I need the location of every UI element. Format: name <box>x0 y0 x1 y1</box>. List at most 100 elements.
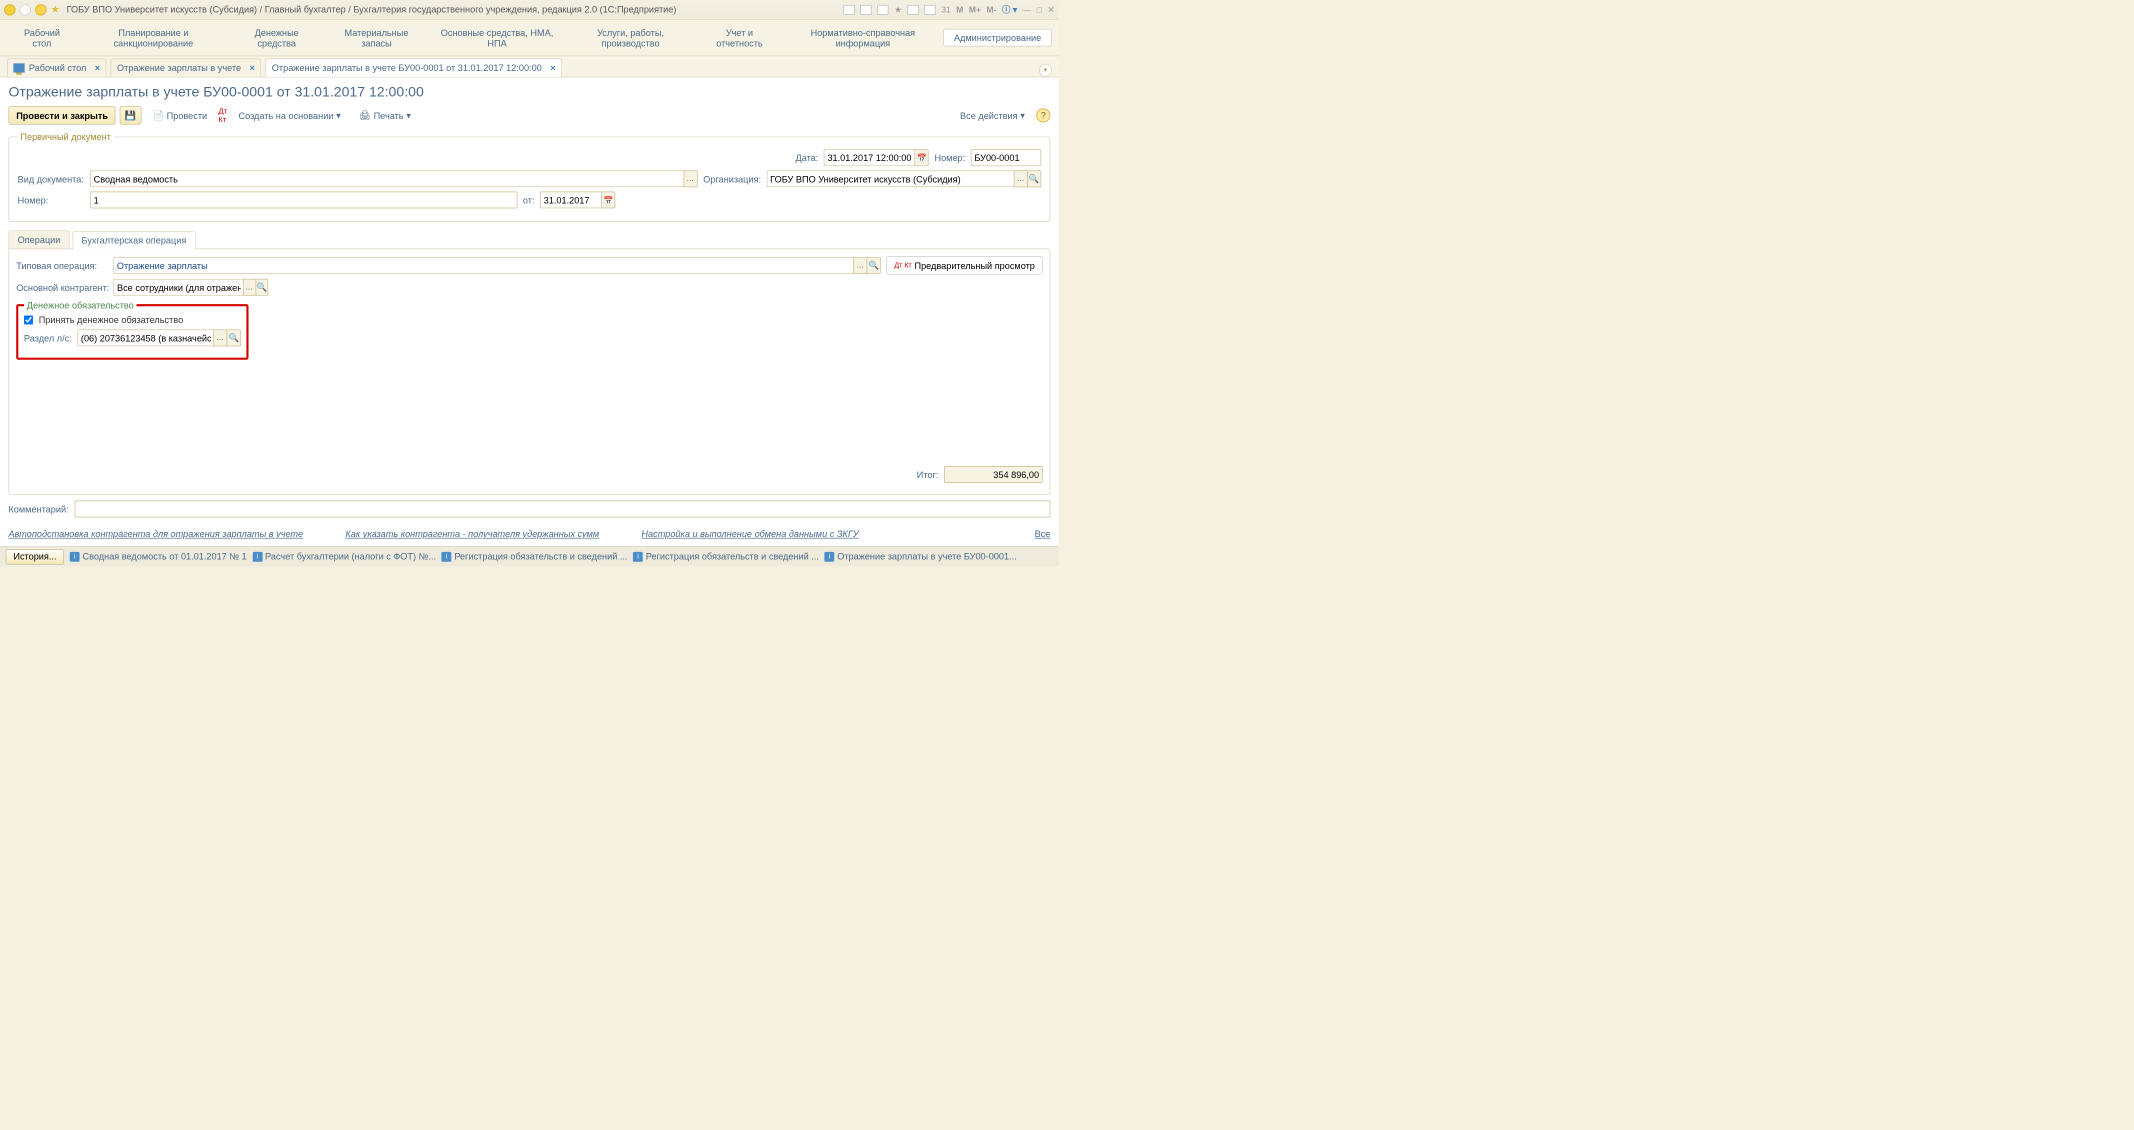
status-text: Расчет бухгалтерии (налоги с ФОТ) №... <box>265 551 436 562</box>
link-howto[interactable]: Как указать контрагента - получателя уде… <box>345 529 599 540</box>
section-reference[interactable]: Нормативно-справочная информация <box>784 24 942 52</box>
total-row: Итог: <box>16 462 1042 487</box>
app-logo-icon <box>4 4 15 15</box>
mplus-button[interactable]: M+ <box>969 5 981 15</box>
section-admin[interactable]: Администрирование <box>943 29 1051 47</box>
nav-back-icon[interactable] <box>20 4 31 15</box>
section-planning[interactable]: Планирование и санкционирование <box>78 24 228 52</box>
create-based-label: Создать на основании <box>238 110 333 121</box>
calendar-icon[interactable]: 31 <box>941 5 950 15</box>
status-text: Сводная ведомость от 01.01.2017 № 1 <box>83 551 247 562</box>
from-label: от: <box>523 195 535 206</box>
calendar-icon[interactable]: 📅 <box>601 191 615 208</box>
link-autofill[interactable]: Автоподстановка контрагента для отражени… <box>8 529 303 540</box>
toolbar-icon[interactable] <box>860 5 871 15</box>
select-icon[interactable]: … <box>684 170 698 187</box>
mminus-button[interactable]: M- <box>987 5 997 15</box>
post-close-button[interactable]: Провести и закрыть <box>8 106 115 124</box>
tab-label: Отражение зарплаты в учете БУ00-0001 от … <box>272 63 542 74</box>
calendar-icon[interactable]: 📅 <box>915 149 929 166</box>
preview-label: Предварительный просмотр <box>914 260 1034 271</box>
tab-label: Отражение зарплаты в учете <box>117 63 241 74</box>
favorite-icon[interactable]: ★ <box>51 4 60 16</box>
from-date-field[interactable] <box>540 191 602 208</box>
printer-icon: 🖨 <box>359 110 371 121</box>
toolbar-icon[interactable] <box>924 5 935 15</box>
typeop-field[interactable] <box>113 257 854 274</box>
expand-icon[interactable]: ▾ <box>1039 64 1052 77</box>
page-body: Отражение зарплаты в учете БУ00-0001 от … <box>0 77 1059 546</box>
all-actions-button[interactable]: Все действия ▾ <box>953 106 1032 124</box>
info-icon: i <box>442 552 452 562</box>
doctype-field[interactable] <box>90 170 684 187</box>
section-desktop[interactable]: Рабочий стол <box>7 24 77 52</box>
status-text: Отражение зарплаты в учете БУ00-0001... <box>837 551 1016 562</box>
accept-obligation-checkbox[interactable] <box>24 315 33 324</box>
org-field[interactable] <box>767 170 1015 187</box>
search-icon[interactable]: 🔍 <box>255 279 268 296</box>
save-button[interactable]: 💾 <box>120 106 141 124</box>
dt-kt-icon[interactable]: ДтКт <box>218 107 227 124</box>
minimize-icon[interactable]: — <box>1023 5 1031 15</box>
m-button[interactable]: M <box>956 5 963 15</box>
link-exchange[interactable]: Настройка и выполнение обмена данными с … <box>641 529 858 540</box>
status-link[interactable]: iРасчет бухгалтерии (налоги с ФОТ) №... <box>252 551 436 562</box>
section-field[interactable] <box>77 329 214 346</box>
select-icon[interactable]: … <box>243 279 256 296</box>
search-icon[interactable]: 🔍 <box>867 257 881 274</box>
history-button[interactable]: История... <box>6 549 65 564</box>
link-all[interactable]: Все <box>1035 529 1051 540</box>
tab-salary-list[interactable]: Отражение зарплаты в учете × <box>111 58 262 76</box>
tab-operations[interactable]: Операции <box>8 230 69 248</box>
info-icon[interactable]: ⓘ ▾ <box>1002 4 1017 16</box>
section-fixed-assets[interactable]: Основные средства, НМА, НПА <box>430 24 565 52</box>
search-icon[interactable]: 🔍 <box>227 329 241 346</box>
info-icon: i <box>70 552 80 562</box>
tab-salary-doc[interactable]: Отражение зарплаты в учете БУ00-0001 от … <box>265 58 561 76</box>
post-label: Провести <box>167 110 207 121</box>
status-link[interactable]: iОтражение зарплаты в учете БУ00-0001... <box>825 551 1017 562</box>
section-cash[interactable]: Денежные средства <box>230 24 323 52</box>
tab-close-icon[interactable]: × <box>550 63 555 74</box>
num2-field[interactable] <box>90 191 517 208</box>
tab-desktop[interactable]: Рабочий стол × <box>7 58 106 76</box>
tab-label: Рабочий стол <box>29 63 86 74</box>
contr-field[interactable] <box>113 279 243 296</box>
number-field[interactable] <box>971 149 1041 166</box>
tab-accounting-op[interactable]: Бухгалтерская операция <box>72 231 195 249</box>
print-button[interactable]: 🖨 Печать ▾ <box>352 106 418 124</box>
comment-label: Комментарий: <box>8 504 68 515</box>
preview-button[interactable]: Дт Кт Предварительный просмотр <box>887 256 1043 274</box>
section-accounting[interactable]: Учет и отчетность <box>697 24 783 52</box>
status-link[interactable]: iРегистрация обязательств и сведений ... <box>442 551 628 562</box>
page-title: Отражение зарплаты в учете БУ00-0001 от … <box>8 84 1050 100</box>
tab-close-icon[interactable]: × <box>95 63 100 74</box>
star-icon[interactable]: ★ <box>894 5 902 15</box>
number-label: Номер: <box>934 152 965 163</box>
num2-label: Номер: <box>18 195 85 206</box>
section-services[interactable]: Услуги, работы, производство <box>566 24 695 52</box>
help-icon[interactable]: ? <box>1036 108 1050 122</box>
date-field[interactable] <box>824 149 916 166</box>
bottom-links: Автоподстановка контрагента для отражени… <box>8 522 1050 547</box>
select-icon[interactable]: … <box>854 257 868 274</box>
close-icon[interactable]: ✕ <box>1048 5 1055 15</box>
toolbar-icon[interactable] <box>844 5 855 15</box>
comment-field[interactable] <box>74 501 1050 518</box>
tab-close-icon[interactable]: × <box>250 63 255 74</box>
search-icon[interactable]: 🔍 <box>1027 170 1041 187</box>
create-based-button[interactable]: Создать на основании ▾ <box>231 106 347 124</box>
status-link[interactable]: iРегистрация обязательств и сведений ... <box>633 551 819 562</box>
select-icon[interactable]: … <box>213 329 227 346</box>
section-materials[interactable]: Материальные запасы <box>325 24 428 52</box>
dt-kt-icon: Дт Кт <box>894 262 911 270</box>
toolbar-icon[interactable] <box>877 5 888 15</box>
select-icon[interactable]: … <box>1014 170 1028 187</box>
status-link[interactable]: iСводная ведомость от 01.01.2017 № 1 <box>70 551 247 562</box>
nav-forward-icon[interactable] <box>35 4 46 15</box>
maximize-icon[interactable]: □ <box>1037 5 1042 15</box>
titlebar: ★ ГОБУ ВПО Университет искусств (Субсиди… <box>0 0 1059 20</box>
post-button[interactable]: 📄 Провести <box>145 106 214 124</box>
toolbar-icon[interactable] <box>907 5 918 15</box>
section-label: Раздел л/с: <box>24 333 72 344</box>
